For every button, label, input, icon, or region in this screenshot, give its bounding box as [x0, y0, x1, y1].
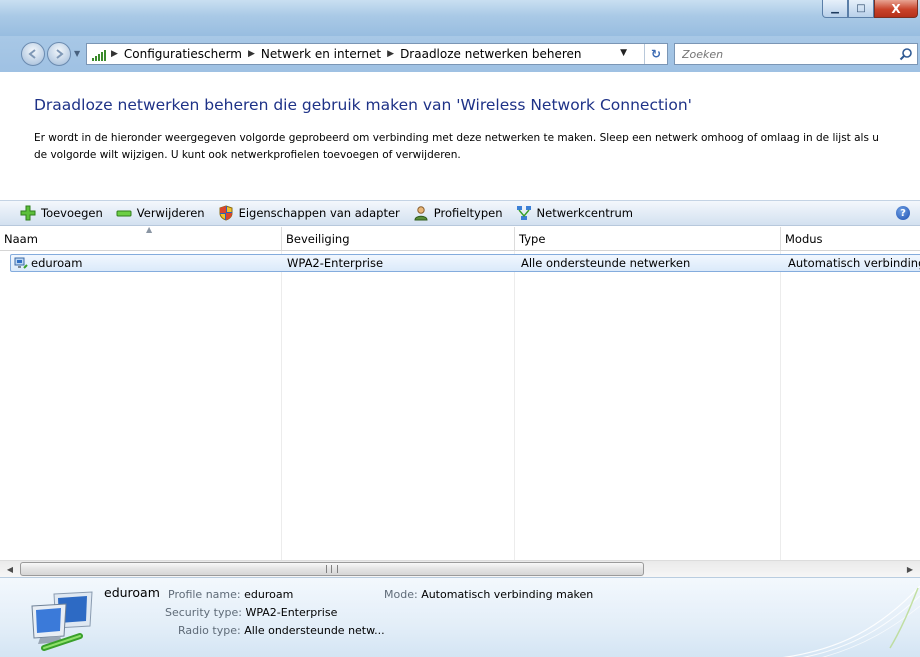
cell-network-name: eduroam — [31, 256, 83, 270]
command-bar: Toevoegen Verwijderen Eigenschappen van … — [0, 200, 920, 226]
details-network-name: eduroam — [104, 585, 160, 600]
details-radio-type: Radio type: Alle ondersteunde netw... — [178, 624, 385, 637]
column-header-name[interactable]: ▲ Naam — [0, 227, 281, 250]
network-center-icon — [516, 206, 531, 220]
arrow-left-icon — [28, 49, 36, 59]
breadcrumb-manage-wireless[interactable]: Draadloze netwerken beheren — [397, 47, 584, 61]
column-header-mode[interactable]: Modus — [780, 227, 920, 250]
remove-label: Verwijderen — [136, 206, 205, 220]
profile-name-label: Profile name: — [168, 588, 241, 601]
maximize-button[interactable]: □ — [848, 0, 874, 18]
details-security-type: Security type: WPA2-Enterprise — [165, 606, 337, 619]
radio-type-value: Alle ondersteunde netw... — [244, 624, 385, 637]
column-type-label: Type — [519, 232, 546, 246]
security-type-value: WPA2-Enterprise — [245, 606, 338, 619]
column-security-label: Beveiliging — [286, 232, 350, 246]
breadcrumb-network-internet[interactable]: Netwerk en internet — [258, 47, 384, 61]
column-header: ▲ Naam Beveiliging Type Modus — [0, 227, 920, 251]
radio-type-label: Radio type: — [178, 624, 241, 637]
column-header-security[interactable]: Beveiliging — [281, 227, 514, 250]
details-pane: eduroam Profile name: eduroam Mode: Auto… — [0, 577, 920, 657]
scroll-left-button[interactable]: ◀ — [2, 562, 18, 576]
horizontal-scrollbar[interactable]: ◀ ▶ — [0, 560, 920, 577]
minimize-button[interactable]: ▁ — [822, 0, 848, 18]
user-icon — [414, 206, 428, 221]
caption-buttons: ▁ □ X — [822, 0, 918, 20]
mode-label: Mode: — [384, 588, 418, 601]
navigation-bar: ▼ ▶ Configuratiescherm ▶ Netwerk en inte… — [0, 36, 920, 72]
search-box[interactable] — [674, 43, 918, 65]
page-description: Er wordt in de hieronder weergegeven vol… — [34, 132, 879, 161]
profile-types-button[interactable]: Profieltypen — [407, 202, 510, 224]
add-button[interactable]: Toevoegen — [0, 202, 110, 224]
search-icon[interactable] — [899, 47, 913, 61]
breadcrumb-separator[interactable]: ▶ — [108, 49, 121, 59]
column-divider — [281, 251, 282, 560]
add-icon — [20, 205, 36, 221]
wireless-profile-icon — [14, 257, 28, 269]
cell-security: WPA2-Enterprise — [287, 256, 384, 270]
column-divider — [780, 251, 781, 560]
network-center-button[interactable]: Netwerkcentrum — [510, 202, 640, 224]
sort-ascending-icon: ▲ — [146, 227, 153, 234]
title-bar: ▁ □ X — [0, 0, 920, 36]
network-list[interactable]: ▲ Naam Beveiliging Type Modus eduroam WP… — [0, 227, 920, 560]
network-center-label: Netwerkcentrum — [536, 206, 633, 220]
mode-value: Automatisch verbinding maken — [421, 588, 594, 601]
address-bar[interactable]: ▶ Configuratiescherm ▶ Netwerk en intern… — [86, 43, 668, 65]
add-label: Toevoegen — [41, 206, 103, 220]
network-signal-icon — [92, 48, 108, 61]
refresh-icon[interactable]: ↻ — [644, 44, 667, 64]
recent-pages-chevron-icon[interactable]: ▼ — [74, 49, 80, 58]
help-icon[interactable]: ? — [896, 206, 910, 220]
back-button[interactable] — [21, 42, 45, 66]
profile-types-label: Profieltypen — [433, 206, 503, 220]
adapter-properties-button[interactable]: Eigenschappen van adapter — [212, 202, 407, 224]
column-divider — [514, 251, 515, 560]
address-dropdown-icon[interactable]: ▼ — [620, 48, 627, 58]
page-title: Draadloze netwerken beheren die gebruik … — [34, 96, 692, 114]
cell-type: Alle ondersteunde netwerken — [521, 256, 691, 270]
details-profile-name: Profile name: eduroam — [168, 588, 293, 601]
remove-icon — [116, 210, 132, 217]
scroll-thumb[interactable] — [20, 562, 644, 576]
breadcrumb-separator[interactable]: ▶ — [245, 49, 258, 59]
table-row[interactable]: eduroam WPA2-Enterprise Alle ondersteund… — [10, 254, 920, 272]
scroll-right-button[interactable]: ▶ — [902, 562, 918, 576]
shield-icon — [219, 205, 233, 221]
forward-button[interactable] — [47, 42, 71, 66]
arrow-right-icon — [56, 49, 64, 59]
breadcrumb-control-panel[interactable]: Configuratiescherm — [121, 47, 245, 61]
column-name-label: Naam — [4, 232, 38, 246]
adapter-properties-label: Eigenschappen van adapter — [238, 206, 400, 220]
breadcrumb-separator[interactable]: ▶ — [384, 49, 397, 59]
security-type-label: Security type: — [165, 606, 242, 619]
cell-mode: Automatisch verbinding maken — [788, 256, 920, 270]
column-header-type[interactable]: Type — [514, 227, 780, 250]
remove-button[interactable]: Verwijderen — [110, 202, 212, 224]
scroll-grip-icon — [326, 565, 338, 573]
close-button[interactable]: X — [874, 0, 918, 18]
wireless-computer-icon — [31, 591, 93, 651]
profile-name-value: eduroam — [244, 588, 294, 601]
search-input[interactable] — [680, 46, 894, 62]
details-mode: Mode: Automatisch verbinding maken — [384, 588, 593, 601]
decorative-swoosh — [782, 585, 920, 657]
column-mode-label: Modus — [785, 232, 823, 246]
